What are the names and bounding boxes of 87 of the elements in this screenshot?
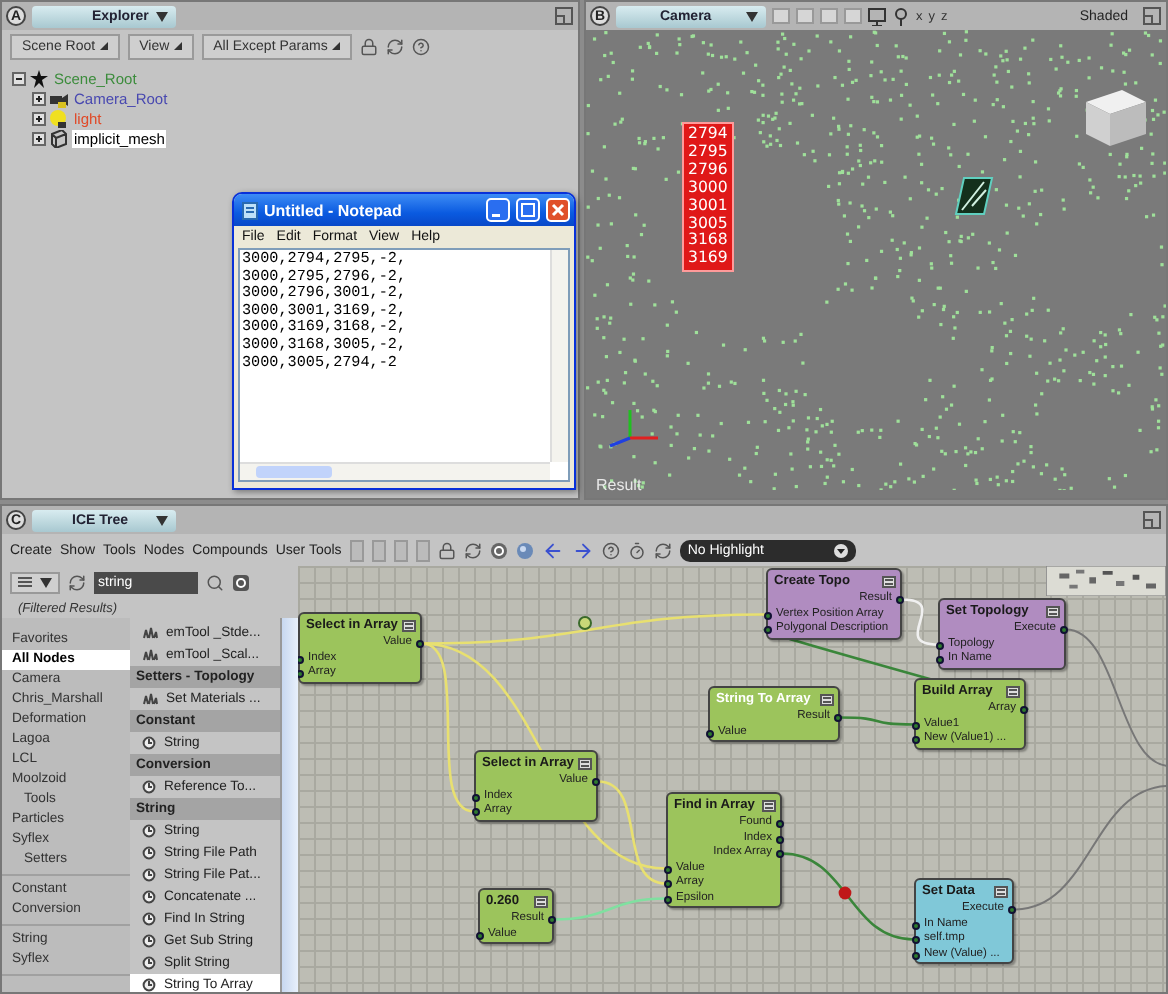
port-icon[interactable] xyxy=(416,640,424,648)
port-icon[interactable] xyxy=(1008,906,1016,914)
object-icon xyxy=(952,174,996,218)
caret-icon xyxy=(99,42,108,50)
dropdown-arrow-icon xyxy=(833,543,848,557)
wire xyxy=(840,716,914,726)
refresh-icon[interactable] xyxy=(463,541,482,559)
refresh-icon[interactable] xyxy=(385,37,404,55)
light-bulb-icon xyxy=(50,109,68,127)
port-icon[interactable] xyxy=(548,916,556,924)
node-icon xyxy=(142,912,156,926)
compound-icon xyxy=(142,692,158,706)
node-icon xyxy=(142,868,156,882)
wire-marker-icon xyxy=(838,886,852,900)
window-title: Untitled - Notepad xyxy=(264,201,404,219)
back-arrow-icon[interactable] xyxy=(541,539,564,561)
dropdown-arrow-icon xyxy=(40,577,52,587)
node-icon xyxy=(142,846,156,860)
collapse-icon[interactable] xyxy=(12,71,26,85)
node-menu-icon[interactable] xyxy=(762,799,776,811)
monitor-icon[interactable] xyxy=(868,7,886,25)
node-menu-icon[interactable] xyxy=(578,757,592,769)
node-icon xyxy=(142,780,156,794)
node-menu-icon[interactable] xyxy=(882,575,896,587)
node-icon xyxy=(142,934,156,948)
close-icon[interactable] xyxy=(546,198,570,222)
expand-icon[interactable] xyxy=(32,91,46,105)
port-icon[interactable] xyxy=(706,729,714,737)
layout-toggle[interactable] xyxy=(349,539,364,561)
node-menu-icon[interactable] xyxy=(820,693,834,705)
help-icon[interactable] xyxy=(601,541,620,559)
wire xyxy=(553,897,667,921)
timer-icon[interactable] xyxy=(627,541,646,559)
clear-icon[interactable] xyxy=(489,541,508,559)
node-graph-canvas[interactable] xyxy=(298,566,1166,992)
caret-icon xyxy=(331,42,340,50)
refresh-icon[interactable] xyxy=(653,541,672,559)
port-icon[interactable] xyxy=(834,714,842,722)
scene-root-icon xyxy=(30,69,48,87)
node-icon xyxy=(142,890,156,904)
node-menu-icon[interactable] xyxy=(994,885,1008,897)
expand-icon[interactable] xyxy=(32,111,46,125)
node-icon xyxy=(142,736,156,750)
layout-toggle[interactable] xyxy=(415,539,430,561)
port-icon[interactable] xyxy=(896,596,904,604)
node-menu-icon[interactable] xyxy=(402,619,416,631)
expand-icon[interactable] xyxy=(32,131,46,145)
clear-icon[interactable] xyxy=(232,573,250,591)
node-menu-icon[interactable] xyxy=(1046,605,1060,617)
lock-icon[interactable] xyxy=(437,541,456,559)
dropdown-arrow-icon xyxy=(156,515,168,525)
compound-icon xyxy=(142,626,158,640)
camera-icon xyxy=(50,89,68,107)
lock-icon[interactable] xyxy=(359,37,378,55)
list-view-dropdown[interactable] xyxy=(10,571,60,593)
list-icon xyxy=(18,576,32,588)
wire xyxy=(781,852,915,941)
caret-icon xyxy=(173,42,182,50)
port-icon[interactable] xyxy=(592,778,600,786)
layout-toggle[interactable] xyxy=(393,539,408,561)
node-icon xyxy=(142,956,156,970)
node-menu-icon[interactable] xyxy=(534,895,548,907)
viewport-label: Result xyxy=(596,476,642,494)
port-icon[interactable] xyxy=(476,931,484,939)
node-menu-icon[interactable] xyxy=(1006,685,1020,697)
help-icon[interactable] xyxy=(411,37,430,55)
notepad-icon xyxy=(242,201,258,219)
node-icon xyxy=(142,978,156,992)
port-icon[interactable] xyxy=(1060,626,1068,634)
minimize-icon[interactable] xyxy=(486,198,510,222)
refresh-icon[interactable] xyxy=(68,573,86,591)
forward-arrow-icon[interactable] xyxy=(571,539,594,561)
maximize-icon[interactable] xyxy=(1142,510,1162,530)
node-icon xyxy=(142,824,156,838)
layout-toggle[interactable] xyxy=(371,539,386,561)
wire-marker-icon xyxy=(578,616,592,630)
port-icon[interactable] xyxy=(1020,706,1028,714)
compound-icon xyxy=(142,648,158,662)
mesh-icon xyxy=(50,129,68,147)
minimap-drawing[interactable] xyxy=(1046,566,1166,596)
search-icon[interactable] xyxy=(206,573,224,591)
axis-gizmo-icon xyxy=(606,406,662,450)
maximize-icon[interactable] xyxy=(554,6,574,26)
scrollbar[interactable] xyxy=(280,618,298,992)
dropdown-arrow-icon xyxy=(746,11,758,21)
dropdown-arrow-icon xyxy=(156,11,168,21)
maximize-icon[interactable] xyxy=(1142,6,1162,26)
